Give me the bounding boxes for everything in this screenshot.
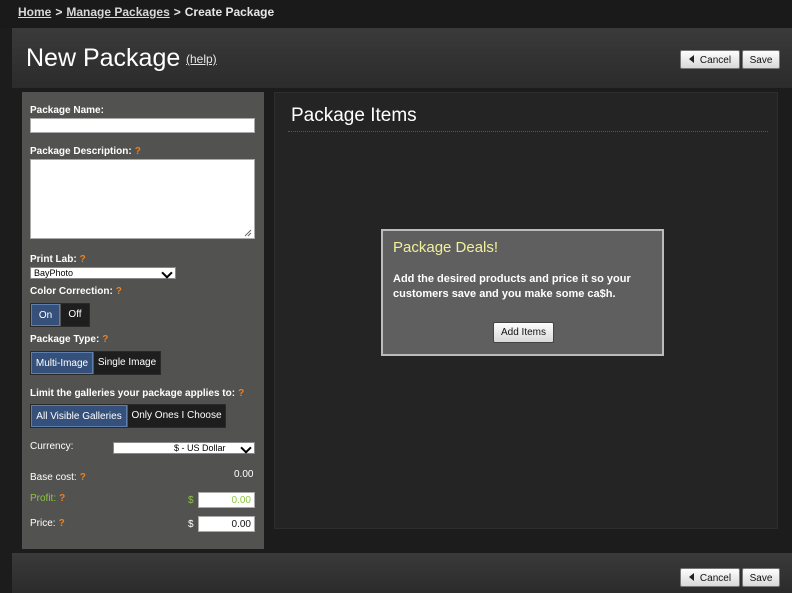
print-lab-label: Print Lab:? [30,254,86,265]
currency-label: Currency: [30,441,73,452]
chevron-down-icon [161,267,173,279]
profit-input[interactable] [198,492,255,508]
title-divider [288,131,768,132]
add-items-button[interactable]: Add Items [493,322,554,343]
breadcrumb-separator: > [55,5,63,19]
package-name-label-text: Package Name: [30,105,104,116]
help-marker-icon[interactable]: ? [59,493,65,504]
page-header: New Package (help) Cancel Save [12,28,792,88]
package-deals-title: Package Deals! [393,239,499,256]
footer-cancel-button-label: Cancel [699,573,732,584]
package-description-textarea[interactable] [30,159,255,239]
color-correction-label-text: Color Correction: [30,286,113,297]
chevron-down-icon [240,442,252,454]
page-footer: Cancel Save [12,553,792,593]
resize-grip-icon[interactable] [244,229,252,237]
help-marker-icon[interactable]: ? [238,388,244,399]
price-label: Price:? [30,518,65,529]
base-cost-label-text: Base cost: [30,472,77,483]
cancel-button[interactable]: Cancel [680,50,740,69]
galleries-toggle[interactable]: All Visible Galleries Only Ones I Choose [30,404,226,428]
back-arrow-icon [688,55,694,64]
help-marker-icon[interactable]: ? [135,146,141,157]
galleries-only-chosen[interactable]: Only Ones I Choose [127,405,225,427]
package-type-toggle[interactable]: Multi-Image Single Image [30,351,161,375]
profit-currency-symbol: $ [188,495,194,506]
help-marker-icon[interactable]: ? [80,254,86,265]
color-correction-label: Color Correction:? [30,286,122,297]
profit-label: Profit:? [30,493,65,504]
add-items-button-label: Add Items [500,327,547,338]
breadcrumb-manage-packages-link[interactable]: Manage Packages [66,5,169,19]
back-arrow-icon [688,573,694,582]
help-marker-icon[interactable]: ? [59,518,65,529]
currency-value: $ - US Dollar [174,443,226,453]
base-cost-value: 0.00 [234,469,254,480]
breadcrumb-separator: > [173,5,181,19]
galleries-all-visible[interactable]: All Visible Galleries [31,405,127,427]
help-link-text[interactable]: (help) [186,52,217,66]
package-settings-panel: Package Name: Package Description:? Prin… [22,92,264,549]
package-name-label: Package Name: [30,105,104,116]
help-marker-icon[interactable]: ? [116,286,122,297]
package-type-label: Package Type:? [30,334,108,345]
base-cost-label: Base cost:? [30,472,86,483]
price-currency-symbol: $ [188,519,194,530]
breadcrumb: Home > Manage Packages > Create Package [18,5,274,19]
footer-save-button[interactable]: Save [742,568,780,587]
top-bar: Home > Manage Packages > Create Package [0,0,792,28]
print-lab-select[interactable]: BayPhoto [30,267,176,279]
print-lab-label-text: Print Lab: [30,254,77,265]
color-correction-on[interactable]: On [31,304,60,326]
package-deals-box: Package Deals! Add the desired products … [381,229,664,356]
galleries-label-text: Limit the galleries your package applies… [30,388,236,399]
package-type-multi-image[interactable]: Multi-Image [31,352,93,374]
package-name-input[interactable] [30,118,255,133]
breadcrumb-home-link[interactable]: Home [18,5,51,19]
price-label-text: Price: [30,518,56,529]
price-input[interactable] [198,516,255,532]
color-correction-off[interactable]: Off [60,304,89,326]
package-deals-text: Add the desired products and price it so… [393,273,631,300]
help-link[interactable]: (help) [186,52,217,66]
page-title: New Package [26,44,181,72]
package-type-label-text: Package Type: [30,334,100,345]
package-description-label: Package Description:? [30,146,141,157]
breadcrumb-current: Create Package [184,5,275,19]
package-type-single-image[interactable]: Single Image [93,352,160,374]
currency-select[interactable]: $ - US Dollar [113,442,255,454]
save-button[interactable]: Save [742,50,780,69]
currency-label-text: Currency: [30,441,74,452]
cancel-button-label: Cancel [699,55,732,66]
package-items-panel: Package Items Package Deals! Add the des… [274,92,778,529]
color-correction-toggle[interactable]: On Off [30,303,90,327]
help-marker-icon[interactable]: ? [80,472,86,483]
package-items-title: Package Items [291,105,417,126]
profit-label-text: Profit: [30,493,57,504]
footer-cancel-button[interactable]: Cancel [680,568,740,587]
footer-save-button-label: Save [749,573,773,584]
help-marker-icon[interactable]: ? [102,334,108,345]
package-description-label-text: Package Description: [30,146,132,157]
print-lab-value: BayPhoto [34,268,74,278]
galleries-label: Limit the galleries your package applies… [30,388,244,399]
save-button-label: Save [749,55,773,66]
